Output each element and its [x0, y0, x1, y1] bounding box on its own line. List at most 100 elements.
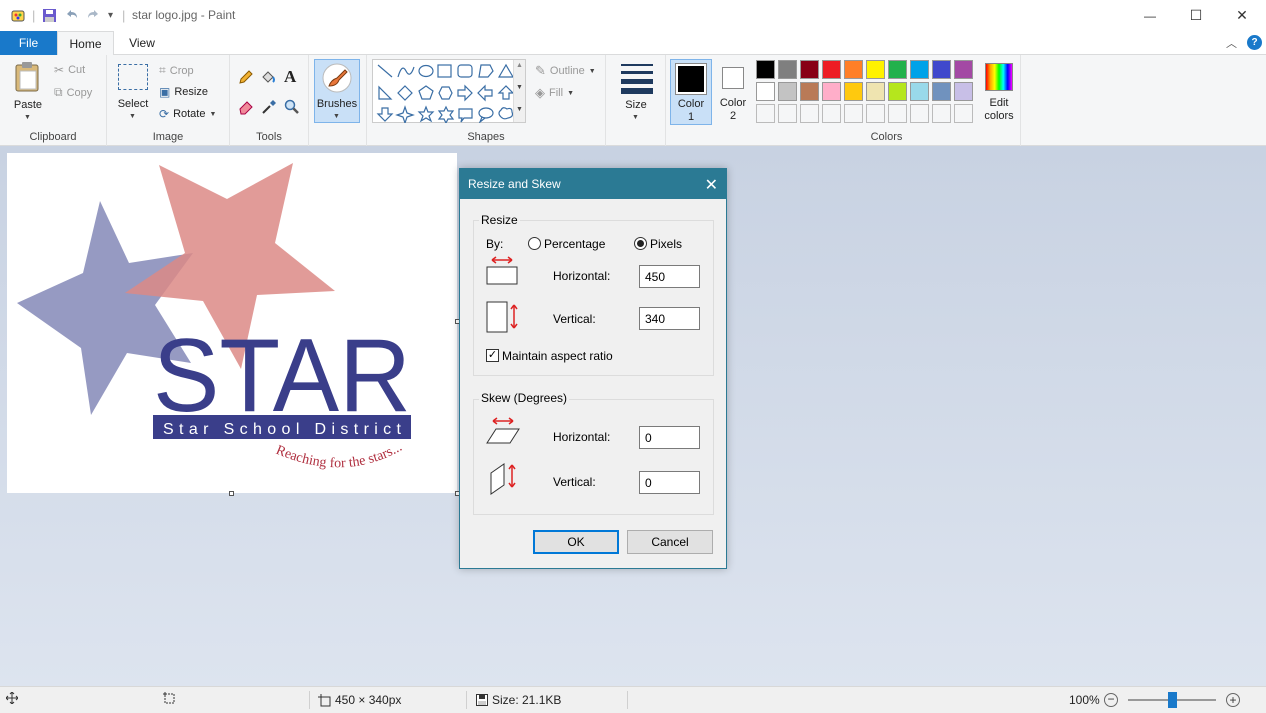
palette-swatch[interactable] [888, 82, 907, 101]
palette-swatch-empty[interactable] [888, 104, 907, 123]
curve-shape-icon [397, 66, 415, 78]
outline-button[interactable]: ✎ Outline ▼ [535, 63, 596, 79]
scroll-up-icon[interactable]: ▲ [516, 62, 523, 69]
palette-swatch[interactable] [778, 82, 797, 101]
edit-colors-button[interactable]: Edit colors [979, 59, 1019, 125]
close-window-button[interactable]: ✕ [1219, 0, 1265, 31]
palette-swatch[interactable] [800, 60, 819, 79]
brushes-dropdown-icon[interactable]: ▼ [333, 113, 340, 120]
palette-swatch[interactable] [932, 82, 951, 101]
right-triangle-shape-icon [378, 85, 393, 100]
zoom-in-icon[interactable]: + [1226, 693, 1240, 707]
pixels-label[interactable]: Pixels [650, 237, 682, 251]
text-icon[interactable]: A [284, 67, 296, 87]
magnifier-icon[interactable] [284, 99, 300, 118]
palette-swatch-empty[interactable] [778, 104, 797, 123]
zoom-out-icon[interactable]: − [1104, 693, 1118, 707]
minimize-button[interactable]: — [1127, 0, 1173, 31]
palette-swatch[interactable] [866, 82, 885, 101]
color2-button[interactable]: Color 2 [713, 59, 753, 125]
maximize-button[interactable]: ☐ [1173, 0, 1219, 31]
five-point-star-shape-icon [417, 105, 435, 123]
cancel-button[interactable]: Cancel [627, 530, 713, 554]
palette-swatch[interactable] [910, 82, 929, 101]
pencil-icon[interactable] [238, 69, 254, 88]
drawing-canvas[interactable]: STAR Star School District Reaching for t… [7, 153, 457, 493]
resize-handle-bottom[interactable] [229, 491, 234, 496]
pixels-radio[interactable] [634, 237, 647, 250]
palette-swatch[interactable] [778, 60, 797, 79]
palette-swatch[interactable] [932, 60, 951, 79]
percentage-label[interactable]: Percentage [544, 237, 605, 251]
percentage-radio[interactable] [528, 237, 541, 250]
ok-button[interactable]: OK [533, 530, 619, 554]
palette-swatch[interactable] [844, 82, 863, 101]
fill-bucket-icon[interactable] [260, 69, 276, 88]
collapse-ribbon-icon[interactable]: ︿ [1226, 35, 1237, 51]
palette-swatch[interactable] [756, 82, 775, 101]
palette-swatch[interactable] [954, 82, 973, 101]
brushes-button[interactable]: Brushes ▼ [314, 59, 360, 123]
undo-icon[interactable] [64, 8, 79, 24]
status-bar: 450 × 340px Size: 21.1KB 100% − + [0, 686, 1266, 713]
rotate-dropdown-icon[interactable]: ▼ [209, 111, 216, 118]
select-button[interactable]: Select ▼ [115, 61, 151, 123]
skew-vertical-input[interactable] [639, 471, 700, 494]
palette-swatch[interactable] [822, 82, 841, 101]
crop-button[interactable]: ⌗ Crop [159, 63, 194, 78]
palette-swatch[interactable] [756, 60, 775, 79]
paste-button[interactable]: Paste ▼ [10, 59, 46, 121]
crop-icon: ⌗ [159, 63, 166, 77]
palette-swatch-empty[interactable] [954, 104, 973, 123]
palette-swatch[interactable] [822, 60, 841, 79]
size-dropdown-icon[interactable]: ▼ [632, 114, 639, 121]
save-icon[interactable] [42, 8, 57, 24]
rotate-button[interactable]: ⟳ Rotate ▼ [159, 107, 216, 121]
scroll-down-icon[interactable]: ▼ [516, 84, 523, 91]
palette-swatch-empty[interactable] [800, 104, 819, 123]
select-dropdown-icon[interactable]: ▼ [129, 113, 136, 120]
palette-swatch[interactable] [910, 60, 929, 79]
eraser-icon[interactable] [238, 99, 254, 118]
tab-home[interactable]: Home [57, 31, 114, 56]
shapes-scrollbar[interactable]: ▲ ▼ ▼ [513, 60, 525, 122]
palette-swatch-empty[interactable] [932, 104, 951, 123]
clipboard-group-label: Clipboard [29, 131, 77, 143]
tab-view[interactable]: View [116, 31, 168, 55]
palette-swatch[interactable] [954, 60, 973, 79]
tools-group: A Tools [230, 55, 309, 146]
palette-swatch[interactable] [866, 60, 885, 79]
palette-swatch-empty[interactable] [866, 104, 885, 123]
size-button[interactable]: Size ▼ [616, 59, 656, 123]
maintain-aspect-checkbox[interactable]: ✓ [486, 349, 499, 362]
resize-vertical-input[interactable] [639, 307, 700, 330]
redo-icon[interactable] [86, 8, 101, 24]
palette-swatch[interactable] [844, 60, 863, 79]
palette-swatch-empty[interactable] [822, 104, 841, 123]
skew-vertical-label: Vertical: [553, 475, 596, 489]
palette-swatch[interactable] [800, 82, 819, 101]
fill-button[interactable]: ◈ Fill ▼ [535, 85, 574, 101]
resize-horizontal-input[interactable] [639, 265, 700, 288]
color2-number: 2 [729, 110, 737, 122]
zoom-slider-thumb[interactable] [1168, 692, 1177, 708]
customize-toolbar-icon[interactable]: ▾ [108, 10, 113, 26]
file-menu-button[interactable]: File [0, 31, 57, 55]
palette-swatch[interactable] [888, 60, 907, 79]
skew-horizontal-input[interactable] [639, 426, 700, 449]
cut-button[interactable]: ✂ Cut [54, 63, 85, 77]
paint-app-icon[interactable] [10, 8, 26, 24]
color1-button[interactable]: Color 1 [670, 59, 712, 125]
dialog-close-icon[interactable]: ✕ [705, 175, 718, 195]
copy-button[interactable]: ⧉ Copy [54, 85, 92, 100]
color-picker-icon[interactable] [261, 99, 277, 118]
resize-vertical-label: Vertical: [553, 312, 596, 326]
palette-swatch-empty[interactable] [910, 104, 929, 123]
help-icon[interactable]: ? [1247, 35, 1262, 50]
resize-button[interactable]: ▣ Resize [159, 85, 208, 99]
maintain-aspect-label[interactable]: Maintain aspect ratio [502, 349, 613, 363]
paste-dropdown-icon[interactable]: ▼ [24, 114, 31, 121]
palette-swatch-empty[interactable] [756, 104, 775, 123]
gallery-expand-icon[interactable]: ▼ [516, 106, 523, 113]
palette-swatch-empty[interactable] [844, 104, 863, 123]
